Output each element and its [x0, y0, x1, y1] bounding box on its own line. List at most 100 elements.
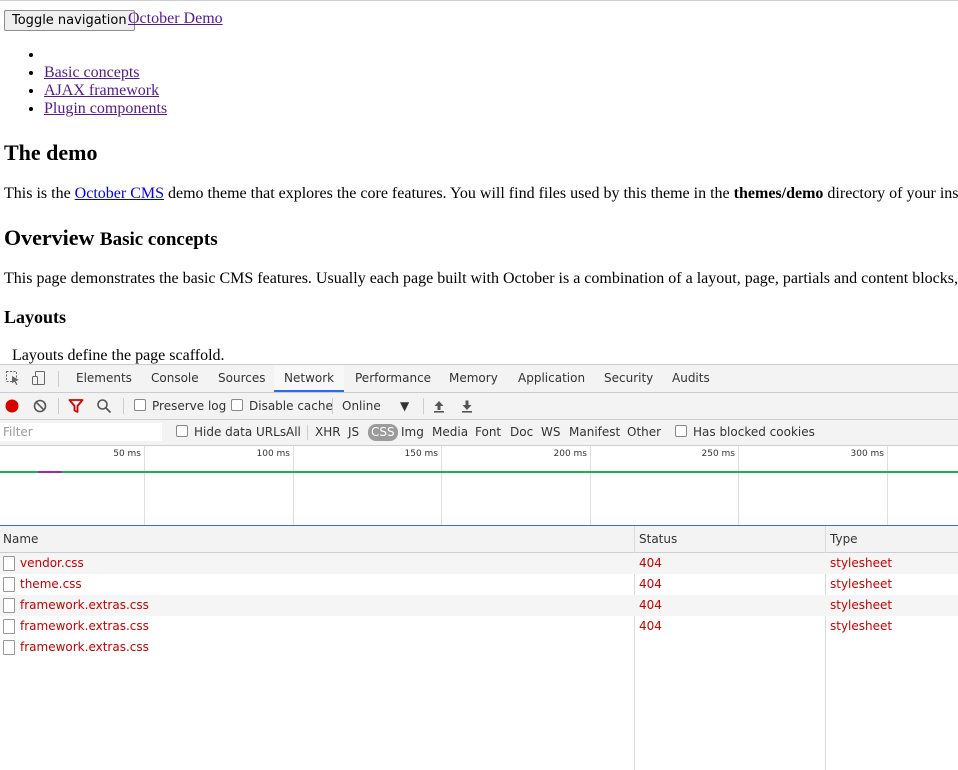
hide-data-urls-box — [176, 425, 188, 437]
timeline-gridline — [887, 446, 888, 525]
filter-divider — [307, 425, 308, 440]
preserve-log-checkbox[interactable]: Preserve log — [134, 393, 226, 419]
timeline-gridline — [144, 446, 145, 525]
import-har-icon[interactable] — [431, 398, 447, 414]
nav-link-ajax-framework[interactable]: AJAX framework — [44, 82, 159, 99]
timeline-request-bar — [38, 471, 62, 473]
filter-type-doc[interactable]: Doc — [510, 420, 533, 445]
filter-type-media[interactable]: Media — [432, 420, 468, 445]
timeline-tick-label: 200 ms — [553, 449, 588, 459]
heading-overview: Overview Basic concepts — [4, 225, 218, 251]
request-status: 404 — [639, 556, 662, 570]
nav-item-empty — [44, 46, 167, 64]
tab-performance[interactable]: Performance — [345, 365, 441, 392]
timeline-tick-label: 250 ms — [701, 449, 736, 459]
timeline-gridline — [590, 446, 591, 525]
table-row[interactable]: framework.extras.css 404 stylesheet — [0, 616, 958, 637]
heading-overview-sub: Basic concepts — [99, 229, 218, 250]
clear-icon[interactable] — [32, 398, 48, 414]
heading-overview-main: Overview — [4, 225, 95, 250]
hide-data-urls-checkbox[interactable]: Hide data URLs — [176, 420, 286, 445]
network-overview-timeline[interactable]: 50 ms 100 ms 150 ms 200 ms 250 ms 300 ms — [0, 446, 958, 526]
table-row[interactable]: vendor.css 404 stylesheet — [0, 553, 958, 574]
disable-cache-checkbox[interactable]: Disable cache — [231, 393, 333, 419]
filter-type-ws[interactable]: WS — [541, 420, 560, 445]
timeline-tick-label: 150 ms — [404, 449, 439, 459]
toolbar-divider-2 — [123, 398, 124, 414]
toolbar-divider-4 — [423, 398, 424, 414]
search-icon[interactable] — [96, 398, 112, 414]
timeline-tick-label: 300 ms — [850, 449, 885, 459]
toolbar-divider-1 — [58, 398, 59, 414]
export-har-icon[interactable] — [459, 398, 475, 414]
network-toolbar: Preserve log Disable cache Online ▼ — [0, 393, 958, 420]
column-header-type[interactable]: Type — [827, 526, 858, 552]
has-blocked-cookies-checkbox[interactable]: Has blocked cookies — [675, 420, 815, 445]
table-row[interactable]: theme.css 404 stylesheet — [0, 574, 958, 595]
timeline-tick-label: 50 ms — [113, 449, 141, 459]
preserve-log-label: Preserve log — [152, 399, 227, 413]
column-header-name[interactable]: Name — [0, 526, 38, 552]
table-row[interactable]: framework.extras.css 404 stylesheet — [0, 595, 958, 616]
file-icon — [3, 619, 15, 634]
filter-type-other[interactable]: Other — [627, 420, 661, 445]
request-status: 404 — [639, 577, 662, 591]
timeline-load-bar — [0, 471, 958, 473]
tab-network[interactable]: Network — [274, 365, 345, 392]
page-top-border — [0, 0, 958, 1]
request-type: stylesheet — [830, 556, 893, 570]
tab-memory[interactable]: Memory — [439, 365, 508, 392]
file-icon — [3, 640, 15, 655]
hide-data-urls-label: Hide data URLs — [194, 425, 287, 439]
tab-audits[interactable]: Audits — [662, 365, 720, 392]
filter-type-manifest[interactable]: Manifest — [569, 420, 620, 445]
tab-security[interactable]: Security — [594, 365, 663, 392]
timeline-gridline — [293, 446, 294, 525]
filter-type-font[interactable]: Font — [475, 420, 501, 445]
disable-cache-box — [231, 399, 243, 411]
nav-link-basic-concepts[interactable]: Basic concepts — [44, 64, 140, 81]
intro-text-post: directory of your ins — [823, 185, 958, 202]
devtools-panel: Elements Console Sources Network Perform… — [0, 364, 958, 770]
devtools-tabbar: Elements Console Sources Network Perform… — [0, 365, 958, 393]
intro-text-pre: This is the — [4, 185, 75, 202]
heading-layouts: Layouts — [4, 307, 67, 327]
toolbar-divider-3 — [332, 398, 333, 414]
tab-console[interactable]: Console — [141, 365, 209, 392]
filter-type-img[interactable]: Img — [401, 420, 424, 445]
has-blocked-cookies-label: Has blocked cookies — [693, 425, 815, 439]
column-header-status[interactable]: Status — [636, 526, 677, 552]
request-name: framework.extras.css — [20, 640, 149, 654]
request-name: vendor.css — [20, 556, 84, 570]
table-row[interactable]: framework.extras.css — [0, 637, 634, 658]
filter-input[interactable] — [0, 423, 162, 441]
throttle-value: Online — [342, 399, 381, 413]
timeline-gridline — [441, 446, 442, 525]
request-status: 404 — [639, 598, 662, 612]
october-cms-link[interactable]: October CMS — [75, 185, 164, 202]
request-type: stylesheet — [830, 577, 893, 591]
filter-type-css[interactable]: CSS — [368, 424, 398, 441]
requests-table: Name Status Type vendor.css 404 styleshe… — [0, 526, 958, 770]
file-icon — [3, 598, 15, 613]
tab-elements[interactable]: Elements — [66, 365, 142, 392]
filter-type-all[interactable]: All — [286, 420, 301, 445]
request-type: stylesheet — [830, 598, 893, 612]
nav-item-plugins: Plugin components — [44, 100, 167, 118]
device-toolbar-icon[interactable] — [31, 370, 47, 386]
inspect-element-icon[interactable] — [5, 370, 21, 386]
toggle-navigation-button[interactable]: Toggle navigation — [4, 10, 135, 31]
filter-type-js[interactable]: JS — [348, 420, 359, 445]
nav-link-plugin-components[interactable]: Plugin components — [44, 100, 167, 117]
main-nav: Basic concepts AJAX framework Plugin com… — [44, 46, 167, 118]
tab-application[interactable]: Application — [508, 365, 595, 392]
file-icon — [3, 556, 15, 571]
throttle-select[interactable]: Online ▼ — [342, 393, 409, 419]
record-icon[interactable] — [4, 398, 20, 414]
filter-type-xhr[interactable]: XHR — [315, 420, 341, 445]
brand-link[interactable]: October Demo — [128, 10, 223, 28]
intro-path: themes/demo — [733, 185, 824, 202]
tab-sources[interactable]: Sources — [208, 365, 275, 392]
filter-icon[interactable] — [68, 398, 84, 414]
requests-table-header: Name Status Type — [0, 526, 958, 553]
